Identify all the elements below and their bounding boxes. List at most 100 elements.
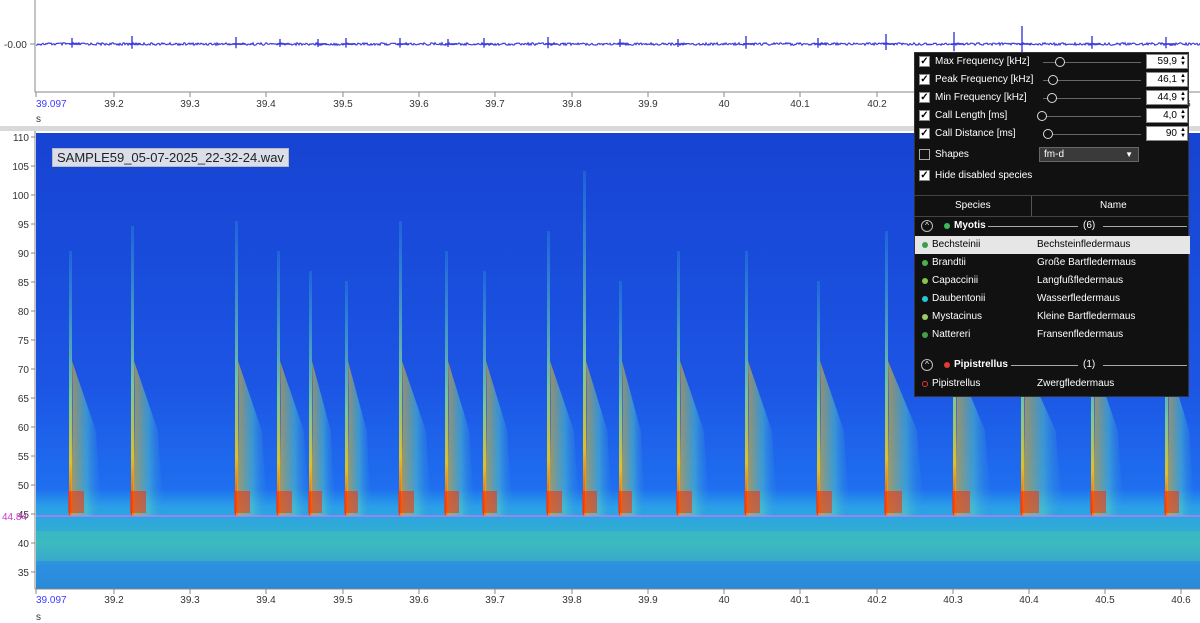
spectrogram-y-tick-label: 55 <box>18 452 30 463</box>
species-code: Daubentonii <box>932 293 986 304</box>
name-column-header[interactable]: Name <box>1100 200 1127 211</box>
waveform-x-tick-label: 39.8 <box>562 99 582 110</box>
call-peak <box>1020 491 1039 513</box>
call-length-label: Call Length [ms] <box>935 110 1008 121</box>
spinner-icon[interactable]: ▲ ▼ <box>1180 55 1186 67</box>
call-distance-slider[interactable] <box>1043 134 1141 135</box>
call-sweep <box>131 226 134 516</box>
spinner-icon[interactable]: ▲ ▼ <box>1180 127 1186 139</box>
spectrogram-x-tick-label: 39.9 <box>638 595 658 606</box>
call-peak <box>344 491 358 513</box>
hide-disabled-label: Hide disabled species <box>935 170 1033 181</box>
call-peak <box>676 491 692 513</box>
spinner-icon[interactable]: ▲ ▼ <box>1180 91 1186 103</box>
detection-settings-panel: ✓ Max Frequency [kHz] 59,9 ▲ ▼ ✓ Peak Freq… <box>914 52 1190 397</box>
call-peak <box>884 491 902 513</box>
waveform-x-tick-label: 39.6 <box>409 99 429 110</box>
call-length-checkbox[interactable]: ✓ <box>919 110 930 121</box>
call-peak <box>234 491 250 513</box>
min-frequency-input[interactable]: 44,9 ▲ ▼ <box>1146 90 1188 105</box>
max-frequency-slider-handle[interactable] <box>1055 57 1065 67</box>
call-distance-slider-handle[interactable] <box>1043 129 1053 139</box>
peak-frequency-checkbox[interactable]: ✓ <box>919 74 930 85</box>
species-row[interactable]: Bechsteinii Bechsteinfledermaus <box>915 236 1190 254</box>
species-row[interactable]: Brandtii Große Bartfledermaus <box>915 254 1190 272</box>
call-length-slider[interactable] <box>1043 116 1141 117</box>
spectrogram-y-tick-label: 80 <box>18 307 30 318</box>
shapes-row: Shapes fm-d ▼ <box>915 146 1190 164</box>
waveform-burst <box>545 37 557 49</box>
waveform-y-label: -0.00 <box>4 40 27 51</box>
species-code: Pipistrellus <box>932 378 981 389</box>
waveform-trace <box>35 26 1200 55</box>
waveform-x-tick-label: 40.1 <box>790 99 810 110</box>
call-distance-label: Call Distance [ms] <box>935 128 1016 139</box>
call-distance-checkbox[interactable]: ✓ <box>919 128 930 139</box>
call-length-slider-handle[interactable] <box>1037 111 1047 121</box>
spectrogram-x-tick-label: 40.4 <box>1019 595 1039 606</box>
call-sweep <box>583 171 586 516</box>
species-row[interactable]: Pipistrellus Zwergfledermaus <box>915 375 1190 393</box>
shapes-checkbox[interactable] <box>919 149 930 160</box>
species-table-header: Species Name <box>915 195 1190 217</box>
hide-disabled-checkbox[interactable]: ✓ <box>919 170 930 181</box>
waveform-burst <box>343 38 355 48</box>
max-frequency-label: Max Frequency [kHz] <box>935 56 1030 67</box>
species-color-dot <box>922 332 928 338</box>
spectrogram-x-unit: s <box>36 612 41 623</box>
call-peak <box>816 491 832 513</box>
min-frequency-slider[interactable] <box>1043 98 1141 99</box>
spectrogram-y-tick-label: 70 <box>18 365 30 376</box>
min-frequency-slider-handle[interactable] <box>1047 93 1057 103</box>
waveform-x-unit: s <box>36 114 41 125</box>
species-row[interactable]: Mystacinus Kleine Bartfledermaus <box>915 308 1190 326</box>
species-code: Brandtii <box>932 257 966 268</box>
species-code: Mystacinus <box>932 311 983 322</box>
group-divider-line <box>1103 226 1187 227</box>
call-peak <box>482 491 497 513</box>
max-frequency-input[interactable]: 59,9 ▲ ▼ <box>1146 54 1188 69</box>
spinner-icon[interactable]: ▲ ▼ <box>1180 109 1186 121</box>
waveform-burst <box>1089 36 1101 49</box>
param-min-frequency: ✓ Min Frequency [kHz] 44,9 ▲ ▼ <box>915 89 1190 107</box>
shapes-dropdown[interactable]: fm-d ▼ <box>1039 147 1139 162</box>
spectrogram-x-tick-label: 39.5 <box>333 595 353 606</box>
peak-frequency-label: Peak Frequency [kHz] <box>935 74 1034 85</box>
group-name: Pipistrellus <box>954 359 1008 370</box>
collapse-icon[interactable]: ^ <box>921 359 933 371</box>
waveform-x-tick-label: 39.2 <box>104 99 124 110</box>
spectrogram-y-tick-label: 100 <box>12 191 29 202</box>
group-header-myotis[interactable]: ^ Myotis (6) <box>915 216 1190 236</box>
spectrogram-x-tick-label: 39.097 <box>36 595 67 606</box>
waveform-burst <box>883 34 895 50</box>
spinner-icon[interactable]: ▲ ▼ <box>1180 73 1186 85</box>
species-code: Nattereri <box>932 329 971 340</box>
species-row[interactable]: Nattereri Fransenfledermaus <box>915 326 1190 344</box>
group-header-pipistrellus[interactable]: ^ Pipistrellus (1) <box>915 355 1190 375</box>
peak-frequency-input[interactable]: 46,1 ▲ ▼ <box>1146 72 1188 87</box>
species-common-name: Kleine Bartfledermaus <box>1037 311 1136 322</box>
min-frequency-checkbox[interactable]: ✓ <box>919 92 930 103</box>
species-color-dot <box>922 278 928 284</box>
peak-frequency-slider-handle[interactable] <box>1048 75 1058 85</box>
column-divider[interactable] <box>1031 196 1032 216</box>
spectrogram-x-tick-label: 40.2 <box>867 595 887 606</box>
species-row[interactable]: Daubentonii Wasserfledermaus <box>915 290 1190 308</box>
group-color-dot <box>944 362 950 368</box>
call-distance-input[interactable]: 90 ▲ ▼ <box>1146 126 1188 141</box>
collapse-icon[interactable]: ^ <box>921 220 933 232</box>
spectrogram-y-tick-label: 65 <box>18 394 30 405</box>
species-row[interactable]: Capaccinii Langfußfledermaus <box>915 272 1190 290</box>
shapes-label: Shapes <box>935 149 969 160</box>
max-frequency-checkbox[interactable]: ✓ <box>919 56 930 67</box>
spectrogram-x-tick-label: 40.5 <box>1095 595 1115 606</box>
call-sweep <box>547 231 550 516</box>
spectrogram-x-tick-label: 39.8 <box>562 595 582 606</box>
spectrogram-y-tick-label: 105 <box>12 162 29 173</box>
species-column-header[interactable]: Species <box>955 200 991 211</box>
call-sweep <box>677 251 680 516</box>
call-length-input[interactable]: 4,0 ▲ ▼ <box>1146 108 1188 123</box>
spectrogram-x-tick-label: 40 <box>718 595 730 606</box>
param-call-distance: ✓ Call Distance [ms] 90 ▲ ▼ <box>915 125 1190 143</box>
group-color-dot <box>944 223 950 229</box>
